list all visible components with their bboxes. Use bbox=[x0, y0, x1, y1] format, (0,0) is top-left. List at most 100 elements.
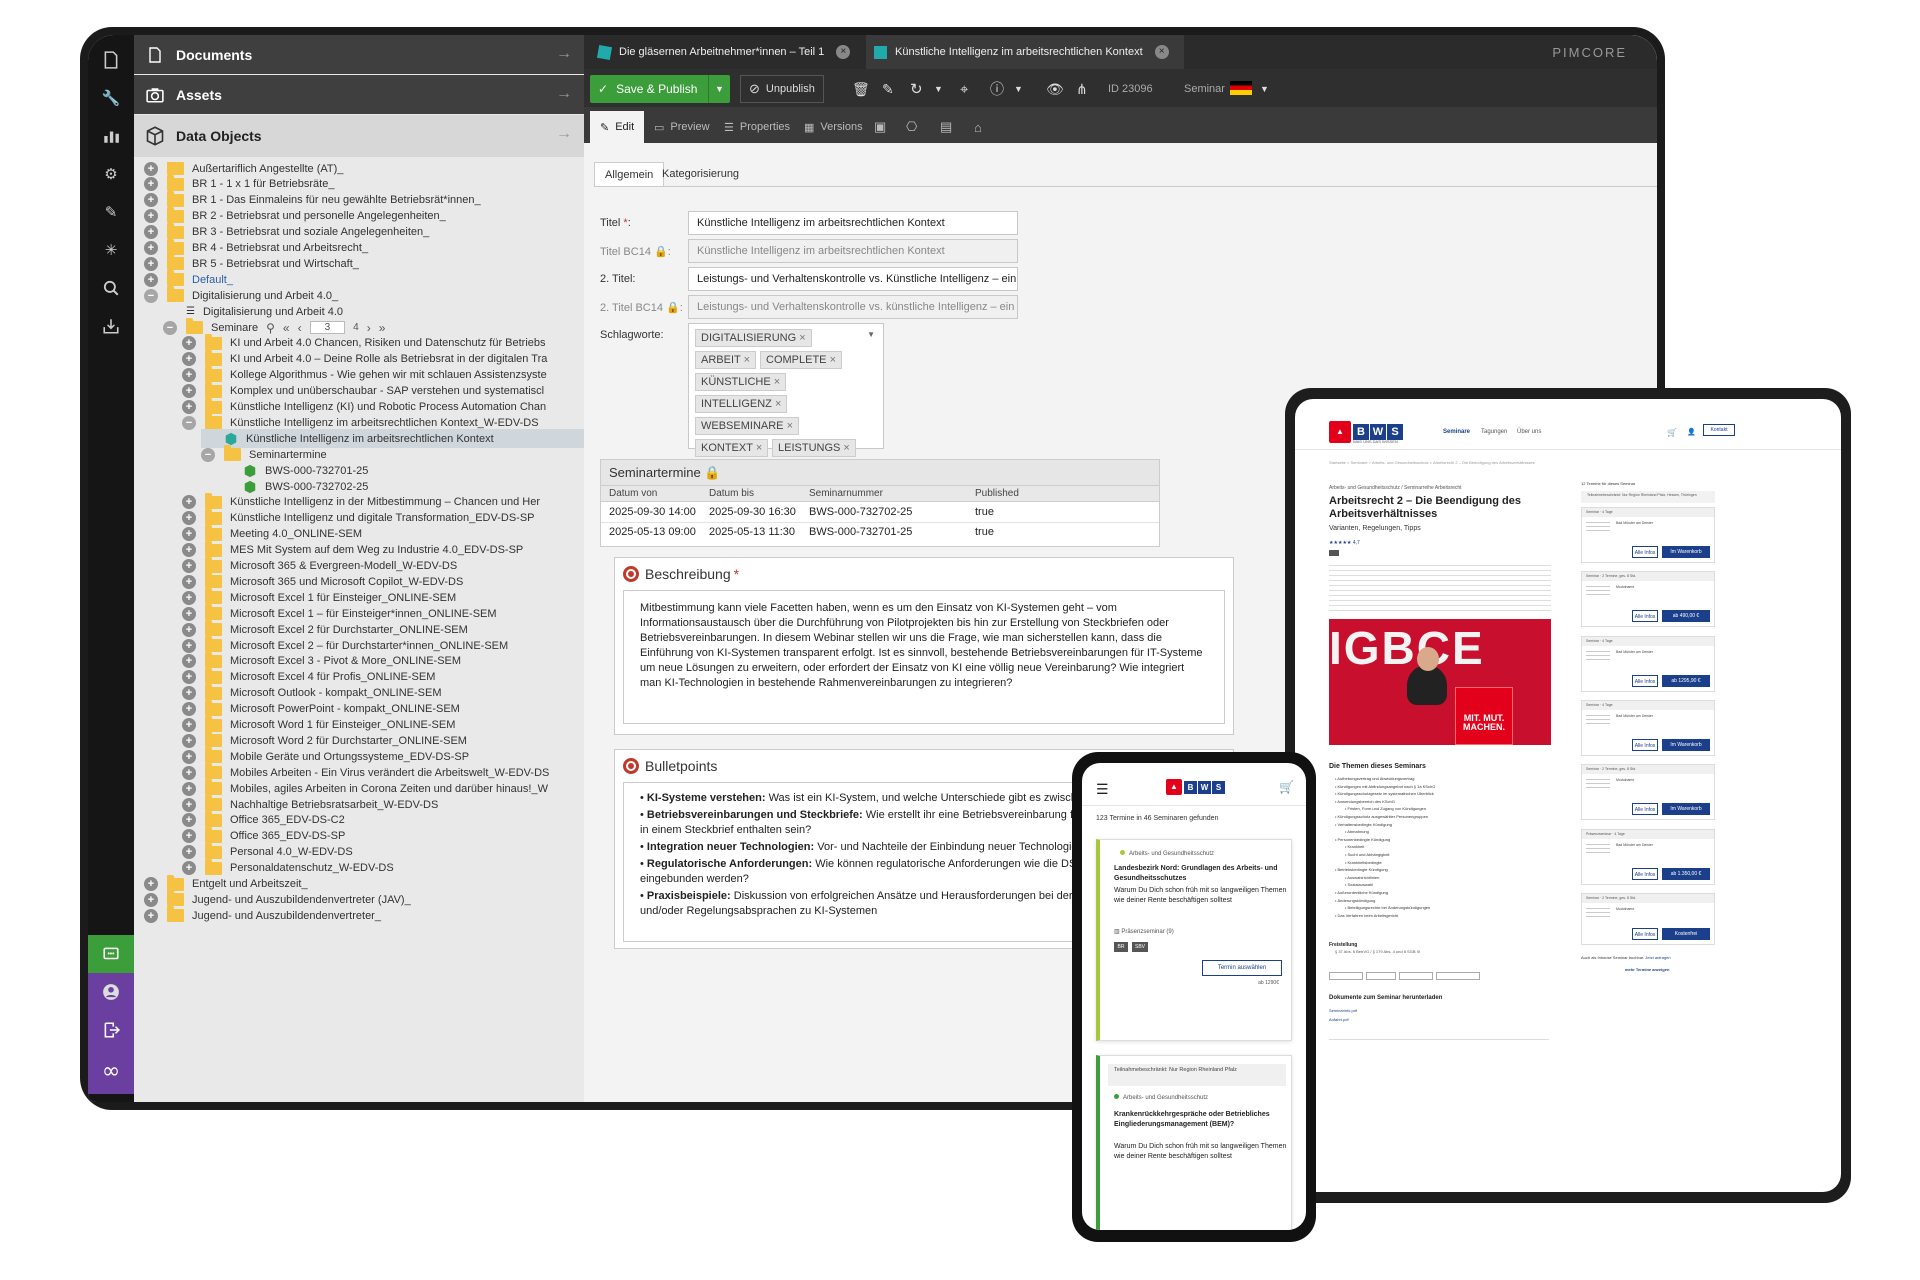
remove-icon[interactable]: × bbox=[775, 398, 781, 410]
download-link[interactable]: Anfahrt.pdf bbox=[1329, 1017, 1349, 1022]
col-seminar-number[interactable]: Seminarnummer bbox=[809, 488, 883, 499]
expand-icon[interactable]: + bbox=[144, 892, 158, 907]
cart-icon[interactable]: 🛒 bbox=[1279, 780, 1294, 794]
user-icon[interactable] bbox=[88, 973, 134, 1011]
expand-icon[interactable]: + bbox=[182, 749, 196, 764]
more-info-button[interactable]: Alle Infos bbox=[1632, 868, 1658, 880]
more-info-button[interactable]: Alle Infos bbox=[1632, 928, 1658, 940]
cart-icon[interactable]: 🛒 bbox=[1667, 428, 1677, 437]
search-icon[interactable] bbox=[88, 269, 134, 307]
tab-edit[interactable]: ✎ Edit bbox=[590, 111, 645, 143]
export-icon[interactable] bbox=[88, 307, 134, 345]
next-page-icon[interactable]: › bbox=[367, 321, 371, 335]
keyword-tag[interactable]: LEISTUNGS × bbox=[772, 439, 856, 457]
breadcrumb[interactable]: Startseite > Seminare > Arbeits- und Ges… bbox=[1329, 460, 1535, 465]
keyword-tag[interactable]: WEBSEMINARE × bbox=[695, 417, 800, 435]
target-icon[interactable]: ⌖ bbox=[960, 76, 968, 102]
date-card[interactable]: Seminar · 2 Termine, ges. 8 Std. Modulnam… bbox=[1581, 764, 1715, 820]
save-publish-button[interactable]: ✓ Save & Publish ▼ bbox=[590, 75, 730, 103]
more-dates-link[interactable]: mehr Termine anzeigen bbox=[1625, 967, 1669, 972]
more-info-button[interactable]: Alle Infos bbox=[1632, 675, 1658, 687]
expand-icon[interactable]: + bbox=[182, 829, 196, 844]
cart-button[interactable]: Im Warenkorb bbox=[1662, 739, 1710, 751]
cart-button[interactable]: ab 1.350,00 € bbox=[1662, 868, 1710, 880]
tree-pager[interactable]: ⚲ « ‹ 3 4 › » bbox=[266, 321, 385, 335]
keyword-tag[interactable]: COMPLETE × bbox=[760, 351, 843, 369]
expand-icon[interactable]: + bbox=[144, 908, 158, 923]
date-card[interactable]: Seminar · 2 Termine, ges. 8 Std. Modulnam… bbox=[1581, 893, 1715, 945]
expand-icon[interactable]: + bbox=[182, 495, 196, 510]
more-info-button[interactable]: Alle Infos bbox=[1632, 739, 1658, 751]
nav-seminare[interactable]: Seminare bbox=[1443, 429, 1470, 435]
collapse-icon[interactable]: − bbox=[201, 447, 215, 462]
expand-icon[interactable]: + bbox=[182, 352, 196, 367]
expand-icon[interactable]: + bbox=[144, 177, 158, 192]
expand-icon[interactable]: + bbox=[182, 813, 196, 828]
expand-icon[interactable]: + bbox=[182, 606, 196, 621]
expand-icon[interactable]: + bbox=[182, 368, 196, 383]
expand-icon[interactable]: + bbox=[144, 241, 158, 255]
menu-icon[interactable]: ☰ bbox=[1096, 781, 1109, 798]
last-page-icon[interactable]: » bbox=[379, 321, 386, 335]
expand-icon[interactable]: + bbox=[182, 336, 196, 351]
cart-button[interactable]: Im Warenkorb bbox=[1662, 803, 1710, 815]
delete-icon[interactable]: 🗑 bbox=[852, 76, 870, 102]
expand-icon[interactable]: + bbox=[144, 272, 158, 287]
expand-icon[interactable]: + bbox=[144, 209, 158, 224]
first-page-icon[interactable]: « bbox=[283, 321, 290, 335]
more-info-button[interactable]: Alle Infos bbox=[1632, 546, 1658, 558]
expand-icon[interactable]: + bbox=[182, 384, 196, 399]
flag-de-icon[interactable] bbox=[1230, 81, 1252, 95]
notification-icon[interactable] bbox=[88, 935, 134, 973]
file-icon[interactable] bbox=[88, 41, 134, 79]
eye-icon[interactable]: 👁 bbox=[1046, 76, 1064, 102]
keyword-tag[interactable]: KONTEXT × bbox=[695, 439, 769, 457]
bookmark-icon[interactable]: ⎔ bbox=[896, 111, 927, 143]
seminar-card[interactable]: Teilnahmebeschränkt: Nur Region Rheinlan… bbox=[1096, 1055, 1292, 1230]
date-card[interactable]: Seminar · 2 Termine, ges. 8 Std. Modulnam… bbox=[1581, 571, 1715, 627]
chart-icon[interactable] bbox=[88, 117, 134, 155]
expand-icon[interactable]: + bbox=[182, 638, 196, 653]
seminar-card[interactable]: Arbeits- und Gesundheitsschutz Landesbez… bbox=[1096, 839, 1292, 1041]
close-icon[interactable]: × bbox=[836, 45, 851, 59]
chevron-down-icon[interactable]: ▼ bbox=[1260, 76, 1269, 102]
expand-icon[interactable]: + bbox=[182, 686, 196, 701]
calendar-icon[interactable]: ▣ bbox=[864, 111, 896, 143]
expand-icon[interactable]: + bbox=[182, 543, 196, 558]
chevron-down-icon[interactable]: ▼ bbox=[1014, 76, 1023, 102]
user-icon[interactable]: 👤 bbox=[1687, 428, 1696, 436]
tab-versions[interactable]: ▦ Versions bbox=[794, 111, 873, 143]
remove-icon[interactable]: × bbox=[787, 420, 793, 432]
tree-item[interactable]: + Jugend- und Auszubildendenvertreter_ bbox=[144, 906, 584, 925]
tab-preview[interactable]: ▭ Preview bbox=[644, 111, 720, 143]
date-card[interactable]: Seminar · 4 Tage Bad Münder am Deister All… bbox=[1581, 507, 1715, 563]
remove-icon[interactable]: × bbox=[774, 376, 780, 388]
expand-icon[interactable]: + bbox=[182, 718, 196, 732]
logout-icon[interactable] bbox=[88, 1011, 134, 1049]
keyword-tag[interactable]: DIGITALISIERUNG × bbox=[695, 329, 812, 347]
expand-icon[interactable]: + bbox=[182, 511, 196, 526]
chevron-down-icon[interactable]: ▼ bbox=[867, 330, 875, 339]
prev-page-icon[interactable]: ‹ bbox=[298, 321, 302, 335]
expand-icon[interactable]: + bbox=[182, 574, 196, 589]
assets-accordion[interactable]: Assets → bbox=[134, 75, 584, 114]
expand-icon[interactable]: + bbox=[182, 861, 196, 876]
remove-icon[interactable]: × bbox=[756, 442, 762, 454]
contact-button[interactable]: Kontakt bbox=[1703, 424, 1735, 436]
reload-icon[interactable]: ↻ bbox=[910, 76, 923, 102]
unpublish-button[interactable]: ⊘ Unpublish bbox=[740, 75, 824, 103]
close-icon[interactable]: × bbox=[1154, 45, 1169, 59]
expand-icon[interactable]: + bbox=[144, 225, 158, 240]
chevron-down-icon[interactable]: ▼ bbox=[934, 76, 943, 102]
date-card[interactable]: Präsenzseminar · 4 Tage Bad Münder am Dei… bbox=[1581, 829, 1715, 885]
keyword-tag[interactable]: ARBEIT × bbox=[695, 351, 757, 369]
col-published[interactable]: Published bbox=[975, 488, 1019, 499]
title2-input[interactable]: Leistungs- und Verhaltenskontrolle vs. K… bbox=[688, 267, 1018, 291]
info-icon[interactable]: ⓘ bbox=[990, 76, 1004, 102]
date-card[interactable]: Seminar · 4 Tage Bad Münder am Deister All… bbox=[1581, 636, 1715, 692]
cart-button[interactable]: ab 1295,90 € bbox=[1662, 675, 1710, 687]
cart-button[interactable]: ab 490,00 € bbox=[1662, 610, 1710, 622]
remove-icon[interactable]: × bbox=[799, 332, 805, 344]
expand-icon[interactable]: + bbox=[182, 797, 196, 812]
expand-icon[interactable]: + bbox=[144, 193, 158, 208]
